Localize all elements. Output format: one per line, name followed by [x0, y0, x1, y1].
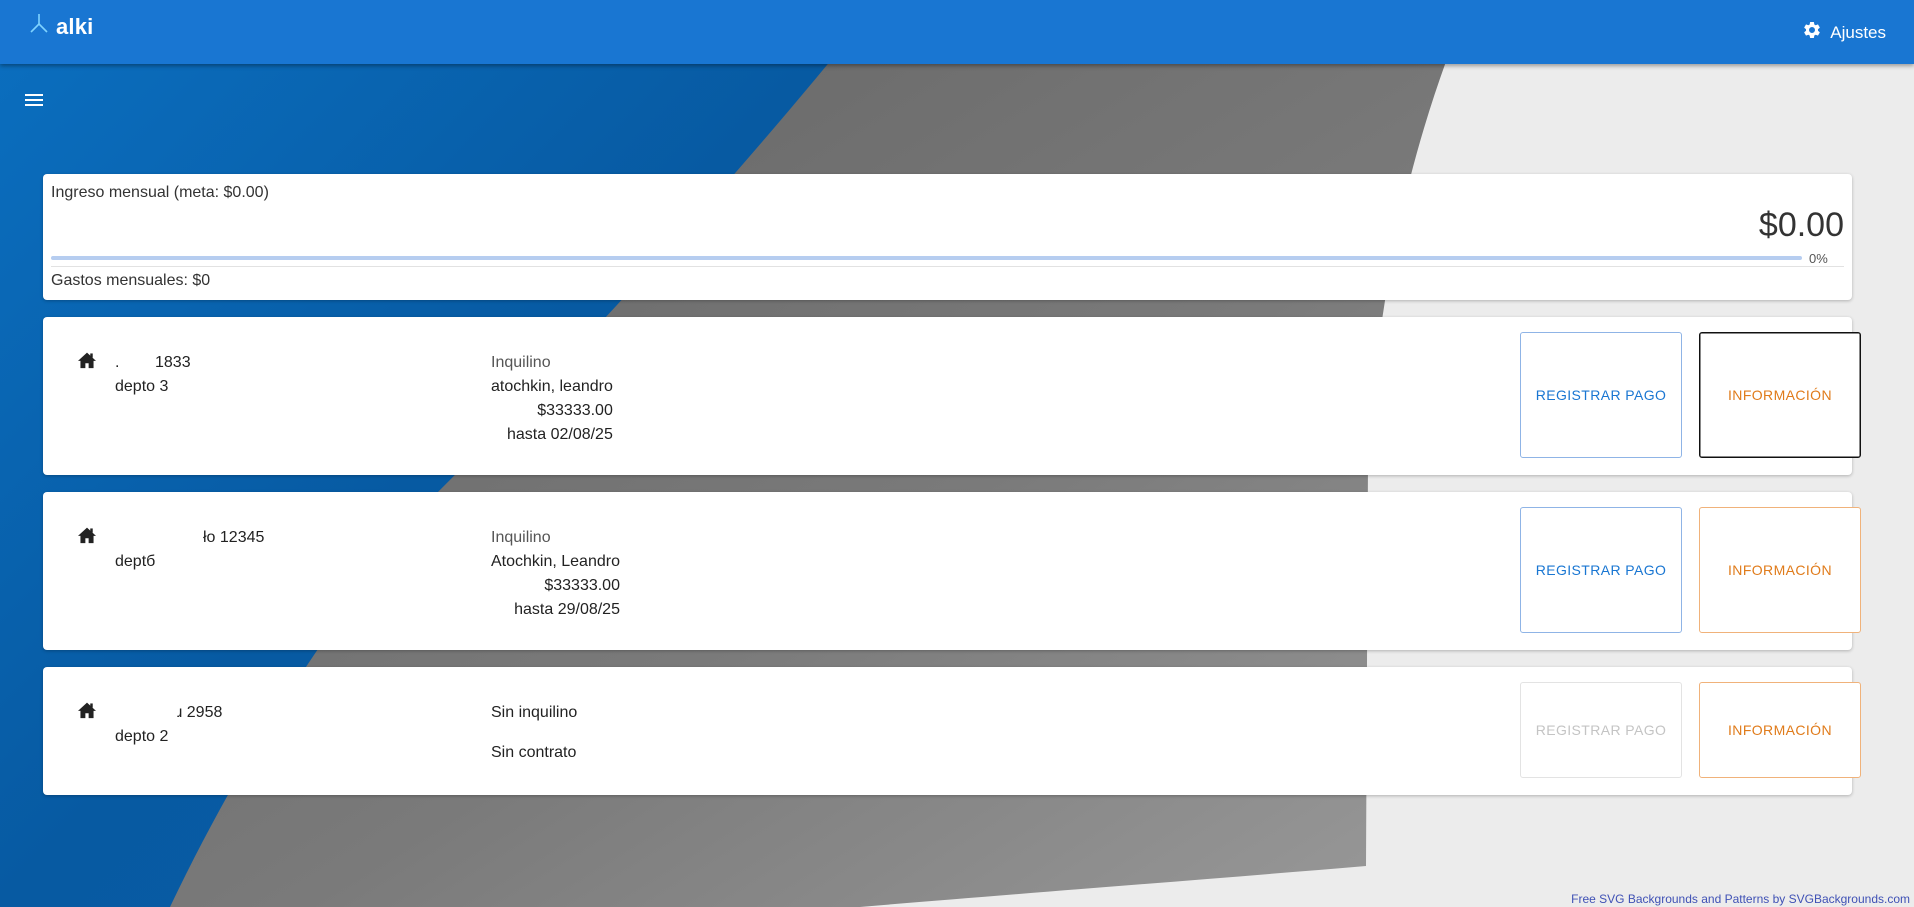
home-icon — [77, 351, 97, 374]
no-contract-label: Sin contrato — [491, 744, 577, 761]
address-street: . 1833 — [115, 354, 191, 371]
register-payment-button: REGISTRAR PAGO — [1520, 682, 1682, 778]
alki-logo-icon — [28, 12, 50, 41]
home-icon — [77, 701, 97, 724]
tenant-label: Inquilino — [491, 529, 551, 546]
register-payment-button[interactable]: REGISTRAR PAGO — [1520, 332, 1682, 458]
rent-amount: $33333.00 — [544, 577, 620, 594]
income-goal-label: Ingreso mensual (meta: $0.00) — [51, 184, 269, 201]
summary-divider — [51, 266, 1844, 267]
settings-button[interactable]: Ajustes — [1802, 20, 1886, 45]
address-street: ło 12345 — [203, 529, 265, 546]
monthly-expenses-label: Gastos mensuales: $0 — [51, 272, 211, 289]
tenant-info: Inquilino atochkin, leandro $33333.00 ha… — [491, 351, 613, 447]
no-tenant-label: Sin inquilino — [491, 704, 578, 721]
property-card: ło 12345 deptб Inquilino Atochkin, Leand… — [43, 492, 1861, 650]
tenant-name: Atochkin, Leandro — [491, 553, 620, 570]
brand[interactable]: alki — [28, 12, 94, 41]
property-card: ɹ 2958 depto 2 Sin inquilino Sin contrat… — [43, 667, 1861, 795]
gear-icon — [1802, 20, 1822, 45]
property-address: ło 12345 deptб — [115, 526, 264, 574]
income-amount: $0.00 — [1758, 206, 1844, 244]
svg-backgrounds-credit-link[interactable]: Free SVG Backgrounds and Patterns by SVG… — [1571, 891, 1910, 907]
property-card: . 1833 depto 3 Inquilino atochkin, leand… — [43, 317, 1861, 475]
home-icon — [77, 526, 97, 549]
contract-end: hasta 02/08/25 — [506, 426, 613, 443]
information-button[interactable]: INFORMACIÓN — [1699, 332, 1861, 458]
property-address: ɹ 2958 depto 2 — [115, 701, 222, 749]
settings-label: Ajustes — [1830, 22, 1886, 42]
information-button[interactable]: INFORMACIÓN — [1699, 507, 1861, 633]
tenant-label: Inquilino — [491, 354, 551, 371]
hamburger-menu-icon[interactable] — [22, 88, 46, 117]
tenant-info: Inquilino Atochkin, Leandro $33333.00 ha… — [491, 526, 620, 622]
tenant-name: atochkin, leandro — [491, 378, 613, 395]
address-unit: depto 3 — [115, 378, 169, 395]
property-address: . 1833 depto 3 — [115, 351, 191, 399]
income-progress-bar — [51, 256, 1802, 260]
app-bar: alki Ajustes — [0, 0, 1914, 64]
income-progress-percent: 0% — [1809, 251, 1828, 266]
address-unit: deptб — [115, 553, 156, 570]
rent-amount: $33333.00 — [537, 402, 613, 419]
register-payment-button[interactable]: REGISTRAR PAGO — [1520, 507, 1682, 633]
address-street: ɹ 2958 — [177, 704, 223, 721]
app-name: alki — [56, 13, 94, 39]
income-summary-card: Ingreso mensual (meta: $0.00) $0.00 0% G… — [43, 174, 1852, 300]
information-button[interactable]: INFORMACIÓN — [1699, 682, 1861, 778]
address-unit: depto 2 — [115, 728, 169, 745]
tenant-info: Sin inquilino Sin contrato — [491, 701, 577, 765]
contract-end: hasta 29/08/25 — [514, 601, 620, 618]
